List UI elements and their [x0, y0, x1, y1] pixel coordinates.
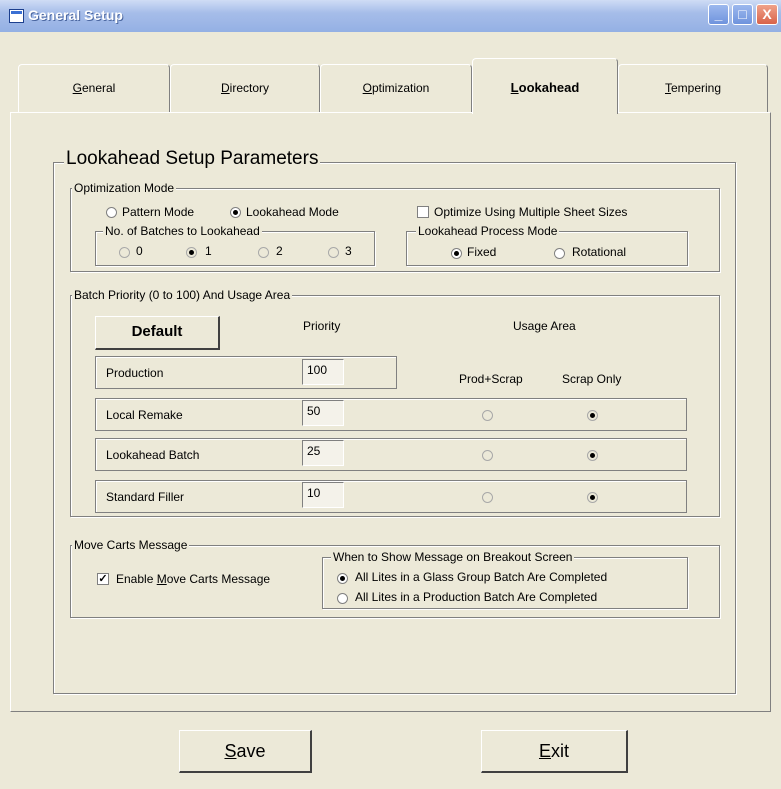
when-glass-group-radio[interactable]: [337, 573, 348, 584]
batches-3-label: 3: [345, 244, 352, 258]
batches-3-radio[interactable]: [328, 247, 339, 258]
tab-tempering-label: empering: [670, 81, 722, 95]
process-mode-legend: Lookahead Process Mode: [416, 224, 560, 238]
batches-0-radio[interactable]: [119, 247, 130, 258]
panel-title: Lookahead Setup Parameters: [64, 148, 321, 170]
tab-lookahead-underline: L: [510, 80, 519, 95]
minimize-icon: _: [714, 6, 723, 22]
general-setup-window: General Setup _ □ X General Directory Op…: [0, 0, 781, 789]
batch-priority-legend: Batch Priority (0 to 100) And Usage Area: [72, 288, 293, 302]
tab-optimization-underline: O: [362, 81, 372, 95]
save-label: ave: [236, 741, 266, 761]
lookahead-mode-label: Lookahead Mode: [246, 205, 339, 219]
tab-optimization[interactable]: Optimization: [320, 64, 472, 113]
lookahead-mode-radio[interactable]: [230, 207, 241, 218]
multi-sheet-checkbox[interactable]: [417, 206, 429, 218]
maximize-button[interactable]: □: [732, 4, 753, 25]
local-remake-label: Local Remake: [106, 408, 183, 422]
production-priority-input[interactable]: 100: [302, 359, 344, 385]
process-fixed-radio[interactable]: [451, 248, 462, 259]
production-label: Production: [106, 366, 164, 380]
standard-filler-prod-scrap-radio[interactable]: [482, 492, 493, 503]
local-remake-priority-input[interactable]: 50: [302, 400, 344, 426]
tab-optimization-label: ptimization: [371, 81, 430, 95]
prod-scrap-header: Prod+Scrap: [459, 372, 523, 386]
standard-filler-priority-input[interactable]: 10: [302, 482, 344, 508]
enable-move-carts-label: Enable Move Carts Message: [116, 572, 270, 586]
tab-directory-underline: D: [220, 81, 230, 95]
exit-button[interactable]: Exit: [481, 730, 628, 773]
tab-lookahead[interactable]: Lookahead: [472, 58, 618, 114]
optimization-mode-legend: Optimization Mode: [72, 181, 177, 195]
when-production-batch-label: All Lites in a Production Batch Are Comp…: [355, 590, 598, 604]
enable-label-underline: M: [156, 572, 167, 586]
window-icon: [9, 9, 24, 23]
pattern-mode-label: Pattern Mode: [122, 205, 195, 219]
move-carts-legend: Move Carts Message: [72, 538, 190, 552]
tab-lookahead-label: ookahead: [518, 80, 580, 95]
scrap-only-header: Scrap Only: [562, 372, 622, 386]
usage-area-header: Usage Area: [513, 319, 576, 333]
when-production-batch-radio[interactable]: [337, 593, 348, 604]
standard-filler-row: Standard Filler: [95, 480, 687, 513]
exit-underline: E: [538, 741, 551, 761]
enable-label-post: ove Carts Message: [166, 572, 271, 586]
batches-1-label: 1: [205, 244, 212, 258]
maximize-icon: □: [738, 6, 747, 22]
save-underline: S: [224, 741, 237, 761]
lookahead-batch-scrap-only-radio[interactable]: [587, 450, 598, 461]
tab-general-underline: G: [72, 81, 82, 95]
tab-tempering[interactable]: Tempering: [618, 64, 768, 113]
process-rotational-radio[interactable]: [554, 248, 565, 259]
enable-move-carts-checkbox[interactable]: ✓: [97, 573, 109, 585]
multi-sheet-label: Optimize Using Multiple Sheet Sizes: [434, 205, 628, 219]
close-icon: X: [762, 6, 772, 22]
title-bar[interactable]: General Setup _ □ X: [0, 0, 781, 32]
when-glass-group-label: All Lites in a Glass Group Batch Are Com…: [355, 570, 608, 584]
save-button[interactable]: Save: [179, 730, 312, 773]
batches-0-label: 0: [136, 244, 143, 258]
lookahead-batch-label: Lookahead Batch: [106, 448, 200, 462]
checkmark-icon: ✓: [98, 573, 108, 585]
lookahead-batch-row: Lookahead Batch: [95, 438, 687, 471]
local-remake-prod-scrap-radio[interactable]: [482, 410, 493, 421]
production-row: Production: [95, 356, 397, 389]
lookahead-batch-prod-scrap-radio[interactable]: [482, 450, 493, 461]
batches-2-label: 2: [276, 244, 283, 258]
default-button[interactable]: Default: [95, 316, 220, 350]
local-remake-row: Local Remake: [95, 398, 687, 431]
batches-2-radio[interactable]: [258, 247, 269, 258]
tab-directory-label: irectory: [229, 81, 269, 95]
tab-general[interactable]: General: [18, 64, 170, 113]
lookahead-batch-priority-input[interactable]: 25: [302, 440, 344, 466]
minimize-button[interactable]: _: [708, 4, 729, 25]
pattern-mode-radio[interactable]: [106, 207, 117, 218]
tab-general-label: eneral: [81, 81, 116, 95]
local-remake-scrap-only-radio[interactable]: [587, 410, 598, 421]
enable-label-pre: Enable: [116, 572, 157, 586]
priority-header: Priority: [303, 319, 341, 333]
standard-filler-label: Standard Filler: [106, 490, 185, 504]
standard-filler-scrap-only-radio[interactable]: [587, 492, 598, 503]
window-title: General Setup: [28, 7, 123, 23]
tab-directory[interactable]: Directory: [170, 64, 320, 113]
exit-label: xit: [551, 741, 569, 761]
process-rotational-label: Rotational: [572, 245, 627, 259]
close-button[interactable]: X: [756, 4, 778, 25]
when-to-show-legend: When to Show Message on Breakout Screen: [331, 550, 575, 564]
process-fixed-label: Fixed: [467, 245, 497, 259]
batches-1-radio[interactable]: [186, 247, 197, 258]
batches-legend: No. of Batches to Lookahead: [103, 224, 262, 238]
